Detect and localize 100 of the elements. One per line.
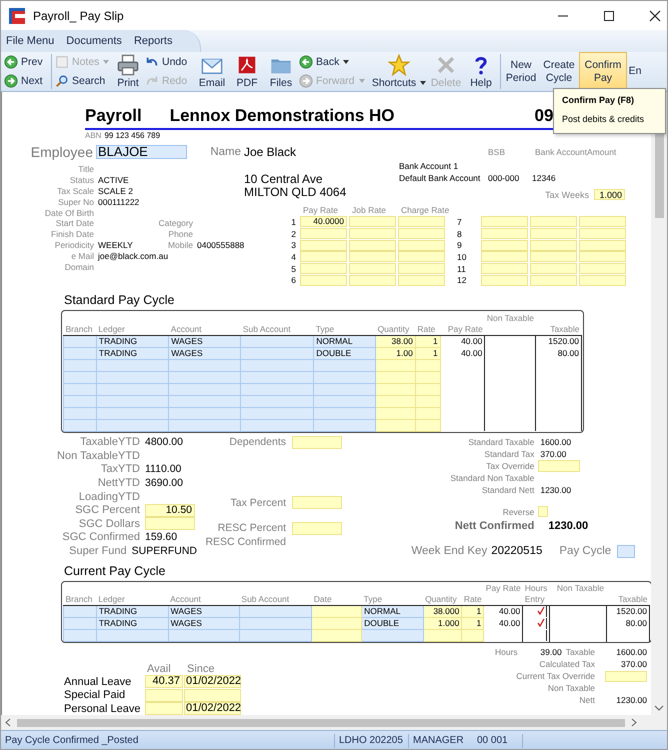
menu-item[interactable]: Documents (66, 35, 122, 47)
toolbar-button[interactable]: Print (116, 52, 140, 90)
rate-field[interactable] (481, 263, 528, 274)
toolbar-button[interactable]: Create Cycle (539, 52, 579, 91)
pay-cycle-field[interactable] (617, 544, 636, 558)
rate-field[interactable] (530, 240, 577, 251)
rate-field[interactable] (398, 228, 445, 240)
rate-field[interactable] (579, 216, 626, 228)
toolbar-button[interactable]: Files (268, 52, 294, 90)
rate-field[interactable] (481, 251, 528, 262)
toolbar-button[interactable]: Confirm Pay (579, 52, 627, 91)
total-value: 1230.00 (540, 484, 572, 494)
row-number: 2 (290, 228, 297, 239)
summary-field[interactable] (605, 670, 647, 682)
maximize-icon[interactable] (603, 10, 615, 22)
leave-field[interactable] (145, 702, 183, 715)
menu-item[interactable]: File Menu (6, 35, 54, 47)
rate-field[interactable] (349, 240, 396, 251)
rate-field[interactable] (481, 216, 528, 228)
rate-field[interactable] (398, 216, 445, 228)
rate-field[interactable] (579, 251, 626, 262)
rate-field[interactable]: 40.0000 (300, 216, 347, 228)
summary-label: Current Tax Override (515, 671, 595, 681)
total-field[interactable] (292, 496, 342, 510)
rate-field[interactable] (398, 263, 445, 274)
toolbar-button[interactable]: Help (469, 52, 493, 90)
rate-field[interactable] (349, 263, 396, 274)
table-cell: 40.00 (484, 618, 523, 630)
close-icon[interactable] (649, 10, 661, 22)
total-field[interactable] (145, 517, 195, 530)
toolbar-button[interactable]: PDF (235, 52, 259, 90)
rate-field[interactable] (530, 251, 577, 262)
table-cell: DOUBLE (314, 347, 376, 359)
column-header: Amount (587, 147, 616, 159)
toolbar-button[interactable]: Shortcuts (370, 52, 428, 90)
total-label: Nett Confirmed (454, 520, 534, 532)
total-field[interactable] (292, 522, 342, 535)
rate-field[interactable] (530, 216, 577, 228)
table-cell: NORMAL (362, 606, 424, 618)
rate-field[interactable] (300, 251, 347, 262)
leave-field[interactable]: 40.37 (145, 675, 183, 688)
caret-icon (420, 81, 426, 85)
column-header: Rate (417, 324, 436, 334)
caret-icon (358, 79, 365, 84)
rate-field[interactable] (398, 251, 445, 262)
checkbox[interactable] (538, 506, 548, 517)
leave-field[interactable] (145, 688, 183, 702)
rate-field[interactable] (300, 263, 347, 274)
table-cell (64, 335, 96, 347)
field-value: joe@black.com.au (98, 251, 168, 262)
rate-field[interactable] (530, 263, 577, 274)
rate-field[interactable] (398, 240, 445, 251)
toolbar-button[interactable]: New Period (503, 52, 539, 91)
rate-field[interactable] (579, 274, 626, 286)
rate-field[interactable] (481, 274, 528, 286)
rate-field[interactable] (481, 240, 528, 251)
table-cell (64, 371, 96, 383)
rate-field[interactable] (349, 228, 396, 240)
summary-label: Hours (495, 647, 518, 657)
rate-field[interactable] (579, 228, 626, 240)
total-value: 4800.00 (145, 436, 183, 448)
employee-code-field[interactable]: BLAJOE (96, 144, 187, 158)
toolbar-button[interactable]: Next (3, 74, 44, 88)
rate-field[interactable] (530, 228, 577, 240)
leave-field[interactable] (184, 688, 241, 702)
rate-field[interactable] (300, 240, 347, 251)
toolbar-button[interactable]: En (628, 52, 642, 91)
total-label: LoadingYTD (78, 490, 140, 503)
leave-field[interactable]: 01/02/2022 (184, 675, 241, 688)
scrollbar-thumb[interactable] (17, 718, 625, 726)
column-header: Since (187, 663, 215, 675)
rate-field[interactable] (300, 228, 347, 240)
column-header: Branch (66, 594, 92, 604)
table-cell: WAGES (168, 618, 240, 630)
leave-field[interactable]: 01/02/2022 (184, 702, 241, 715)
toolbar-button[interactable]: Back (298, 54, 350, 69)
status-text: MANAGER (412, 734, 465, 748)
rate-field[interactable] (349, 216, 396, 228)
total-field[interactable]: 10.50 (145, 504, 195, 517)
rate-field[interactable] (349, 274, 396, 286)
slip-number: 09 (534, 106, 554, 126)
column-header: Quantity (378, 324, 410, 334)
app-logo-icon (9, 8, 25, 24)
rate-field[interactable] (300, 274, 347, 286)
rate-field[interactable] (481, 228, 528, 240)
rate-field[interactable] (398, 274, 445, 286)
total-value: 1600.00 (540, 436, 572, 446)
rate-field[interactable] (530, 274, 577, 286)
menu-item[interactable]: Reports (134, 35, 172, 47)
toolbar-button[interactable]: Search (54, 74, 106, 88)
total-label: Super Fund (68, 545, 127, 558)
toolbar-button[interactable]: Undo (144, 54, 188, 69)
rate-field[interactable] (579, 240, 626, 251)
rate-field[interactable] (349, 251, 396, 262)
total-field[interactable] (538, 460, 580, 472)
toolbar-button[interactable]: Email (198, 52, 226, 90)
toolbar-button[interactable]: Prev (3, 54, 44, 69)
tax-weeks-field[interactable]: 1.000 (594, 189, 625, 200)
rate-field[interactable] (579, 263, 626, 274)
total-field[interactable] (292, 436, 342, 449)
